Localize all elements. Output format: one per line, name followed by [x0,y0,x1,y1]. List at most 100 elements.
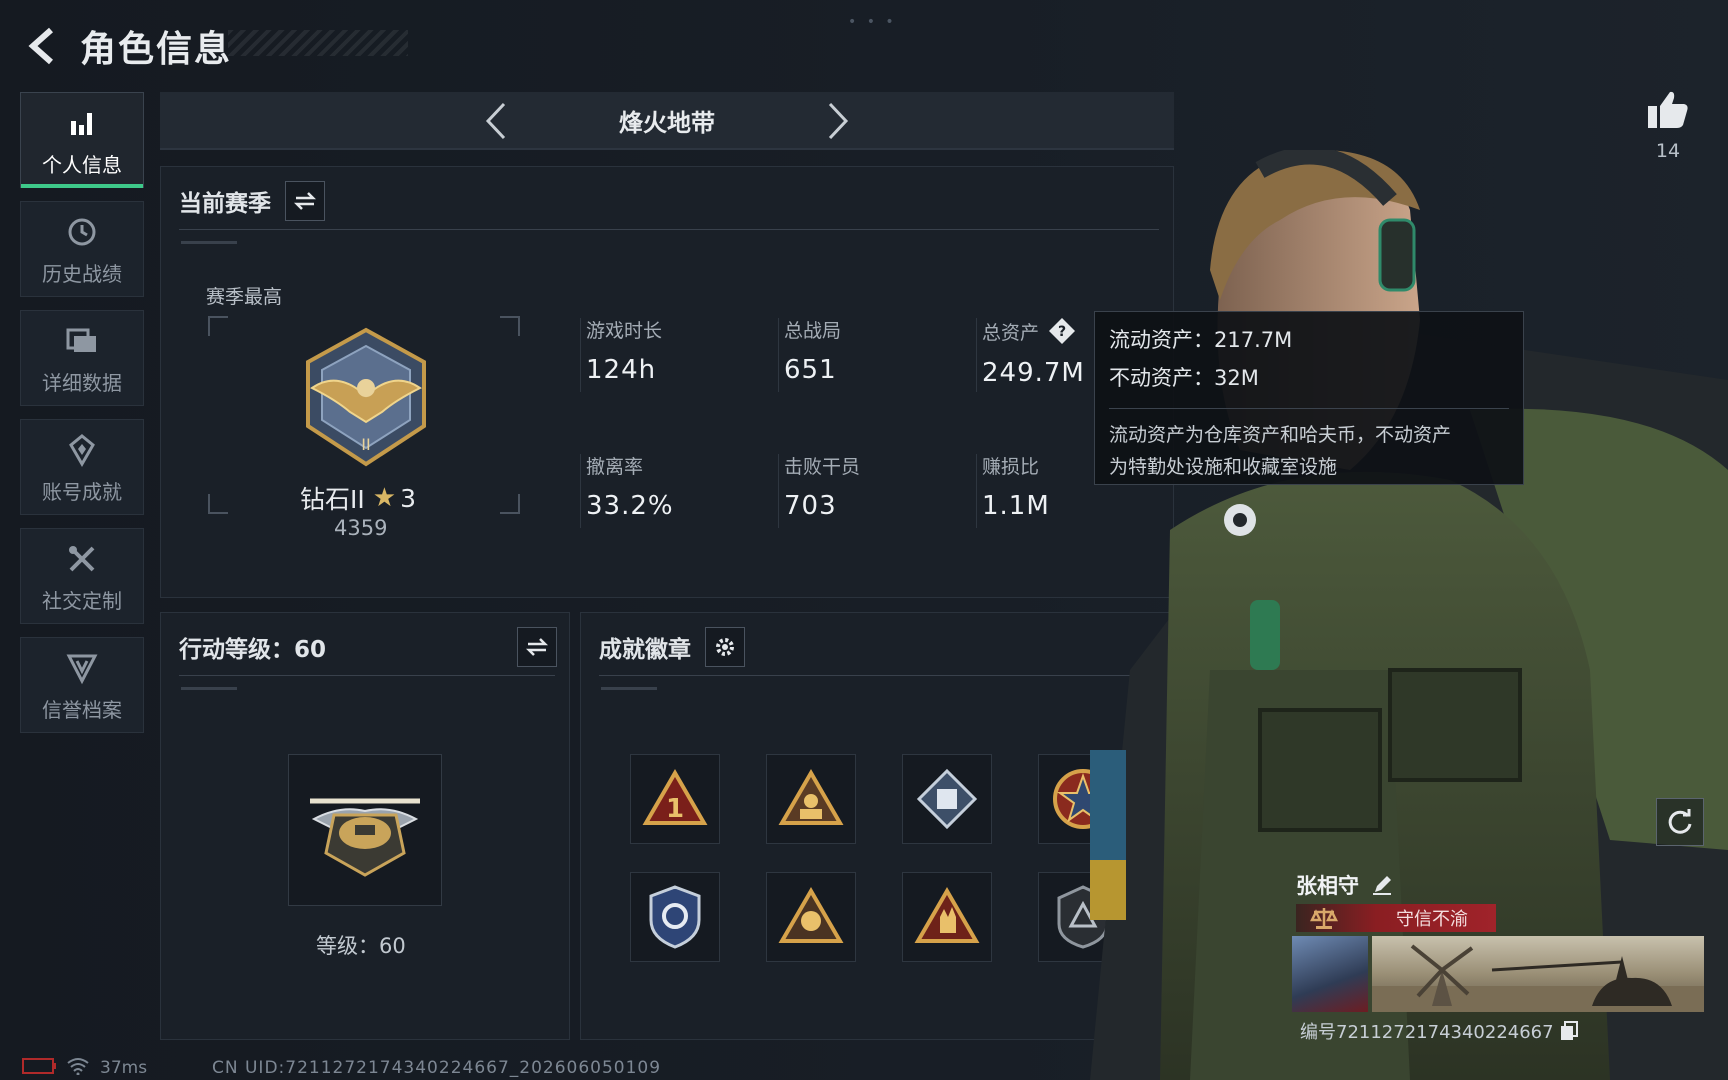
badge-slot[interactable] [766,872,856,962]
credit-shield-icon [62,648,102,688]
rank-score: 4359 [334,516,388,540]
nav-item-personal-info[interactable]: 个人信息 [20,92,144,188]
rank-one-triangle-badge-icon: 1 [642,769,708,825]
gear-icon [716,638,734,656]
player-name: 张相守 [1296,874,1359,898]
frame-corner [500,316,520,336]
stat-label-row: 总资产 ? [982,316,1085,346]
achievements-settings-button[interactable] [705,627,745,667]
helicopter-emblem-icon [310,798,420,877]
rotate-character-button[interactable] [1656,798,1704,846]
nav-item-history[interactable]: 历史战绩 [20,201,144,297]
achievement-icon [62,430,102,470]
badge-slot[interactable] [630,872,720,962]
stat-profit-loss-ratio: 赚损比 1.1M [976,452,1050,528]
history-icon [62,212,102,252]
svg-text:?: ? [1058,324,1066,340]
season-best-label: 赛季最高 [206,286,283,308]
nav-label: 个人信息 [42,152,122,177]
badge-slot[interactable] [902,754,992,844]
thumbs-up-icon [1648,91,1688,128]
season-title: 当前赛季 [179,191,271,217]
stat-label: 撤离率 [586,456,644,478]
back-arrow-icon [28,27,53,65]
rank-name: 钻石II ★ 3 [300,480,416,516]
frame-corner [208,316,228,336]
season-switch-button[interactable] [285,181,325,221]
back-button[interactable] [18,21,68,71]
achievements-header: 成就徽章 [599,627,745,667]
nav-item-social-custom[interactable]: 社交定制 [20,528,144,624]
player-card: 张相守 守信不渝 编号72112721743402246​67 [1290,862,1710,1072]
frame-corner [500,494,520,514]
divider [599,675,1159,676]
squad-triangle-badge-icon [778,769,844,825]
nav-item-detailed-data[interactable]: 详细数据 [20,310,144,406]
rank-stars: 3 [400,483,416,513]
stat-play-time: 游戏时长 124h [579,316,662,392]
stat-value: 33.2% [586,491,674,521]
stat-value: 703 [784,491,837,521]
credit-level-text: 守信不渝 [1396,909,1468,930]
player-name-row: 张相守 [1296,870,1393,900]
swap-icon [526,638,548,656]
ping-value: 37ms [100,1058,148,1078]
edit-pencil-icon[interactable] [1371,874,1393,896]
badge-slot[interactable] [766,754,856,844]
tooltip-desc-line1: 流动资产为仓库资产和哈夫币，不动资产 [1109,424,1452,446]
achievements-title: 成就徽章 [599,637,691,663]
skull-triangle-badge-icon [778,887,844,943]
stat-label: 击败干员 [784,456,861,478]
svg-text:II: II [361,435,370,454]
season-panel-header: 当前赛季 [179,181,325,221]
police-shield-badge-icon [649,885,701,949]
battery-icon [22,1057,56,1079]
nav-label: 社交定制 [42,588,122,613]
divider [179,675,555,676]
status-bar: 37ms [22,1056,157,1080]
stat-operators-defeated: 击败干员 703 [777,452,861,528]
uid-footer: CN UID:72112721743402246​67_202606050109 [212,1058,662,1078]
nav-label: 信誉档案 [42,697,122,722]
help-diamond-icon[interactable]: ? [1047,316,1077,346]
assets-tooltip: 流动资产：217.7M 不动资产：32M 流动资产为仓库资产和哈夫币，不动资产 … [1094,311,1524,485]
mode-title: 烽火地带 [619,108,715,137]
stat-total-assets[interactable]: 总资产 ? 249.7M [976,316,1085,392]
like-button[interactable]: 14 [1640,88,1696,162]
credit-level-bar: 守信不渝 [1296,904,1496,932]
nav-label: 详细数据 [42,370,122,395]
stat-label: 总战局 [784,320,842,342]
tooltip-desc-line2: 为特勤处设施和收藏室设施 [1109,456,1338,478]
swap-icon [294,192,316,210]
stat-label: 赚损比 [982,456,1040,478]
tooltip-divider [1109,408,1509,409]
level-emblem-box [288,754,442,906]
diamond-badge-icon [916,768,978,830]
copy-icon[interactable] [1560,1021,1578,1041]
hand-triangle-badge-icon [914,887,980,943]
frame-corner [208,494,228,514]
scales-icon [1310,908,1338,929]
left-nav: 个人信息 历史战绩 详细数据 账号成就 社交定制 信誉档案 [20,92,144,746]
nav-item-credit-record[interactable]: 信誉档案 [20,637,144,733]
star-icon: ★ [372,483,397,513]
player-id: 编号72112721743402246​67 [1300,1022,1554,1043]
action-level-header: 行动等级：60 [179,627,557,667]
level-text: 等级：60 [316,934,406,958]
action-level-switch-button[interactable] [517,627,557,667]
mode-prev-button[interactable] [476,100,516,142]
tools-icon [62,539,102,579]
badge-slot[interactable]: 1 [630,754,720,844]
stat-extract-rate: 撤离率 33.2% [580,452,674,528]
nav-label: 历史战绩 [42,261,122,286]
mode-selector: 烽火地带 [160,92,1174,150]
nav-item-achievements[interactable]: 账号成就 [20,419,144,515]
player-avatar[interactable] [1292,936,1368,1012]
mode-next-button[interactable] [818,100,858,142]
stat-value: 124h [586,355,657,385]
svg-text:1: 1 [666,794,684,824]
top-handle: • • • [848,14,897,30]
chevron-right-icon [828,102,849,140]
badge-slot[interactable] [902,872,992,962]
stat-value: 1.1M [982,491,1050,521]
